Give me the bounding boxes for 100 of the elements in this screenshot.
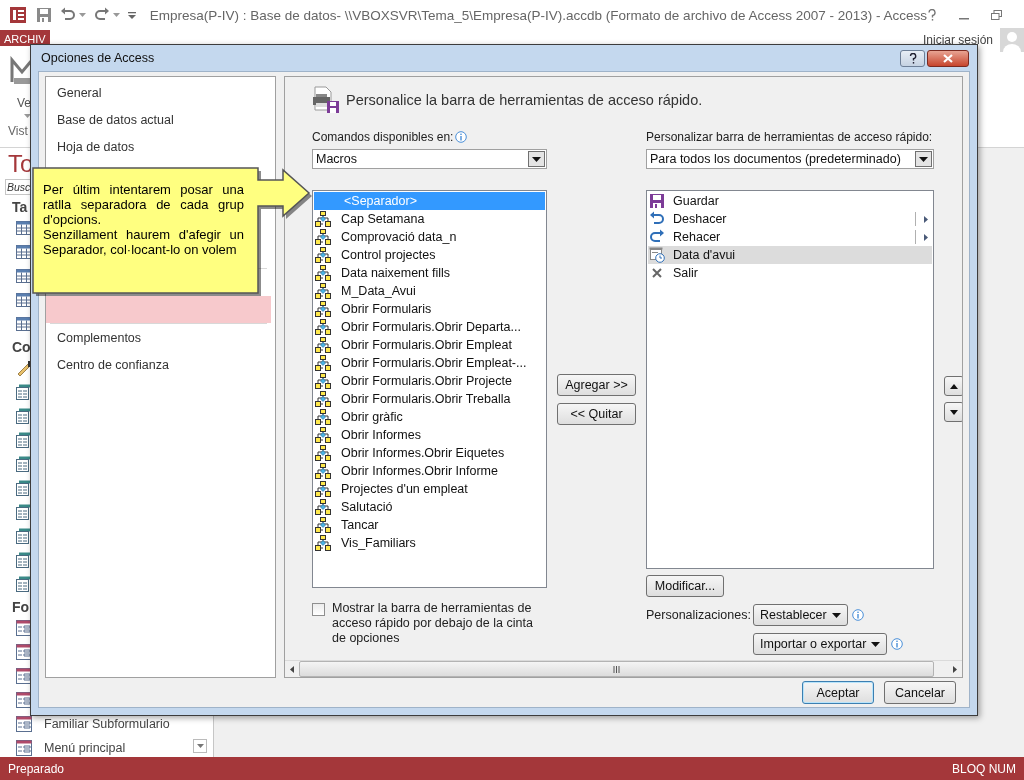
options-nav-item[interactable]: Base de datos actual — [46, 106, 271, 133]
callout-text: Senzillament haurem d'afegir un Separador, col·locant-lo on volem — [43, 227, 244, 257]
list-item[interactable]: Guardar — [648, 192, 932, 210]
list-item[interactable]: M_Data_Avui — [314, 282, 545, 300]
caret-icon — [871, 641, 881, 647]
list-item[interactable]: Projectes d'un empleat — [314, 480, 545, 498]
window-title: Empresa(P-IV) : Base de datos- \\VBOXSVR\Tema_5\Empresa(P-IV).accdb (Formato de archivo de Access 2007 - 2013) - Access — [149, 7, 927, 23]
query-icon — [16, 408, 32, 424]
list-item[interactable]: Data d'avui — [648, 246, 932, 264]
list-item[interactable]: Obrir Formularis.Obrir Treballa — [314, 390, 545, 408]
list-item[interactable]: Obrir Formularis.Obrir Empleat — [314, 336, 545, 354]
checkbox[interactable] — [312, 603, 325, 616]
macro-icon — [315, 355, 331, 371]
file-tab[interactable]: ARCHIV — [0, 30, 50, 46]
dialog-title: Opciones de Access — [41, 51, 155, 65]
list-item[interactable]: Obrir gràfic — [314, 408, 545, 426]
options-nav-item[interactable]: General — [46, 79, 271, 106]
list-item[interactable]: Tancar — [314, 516, 545, 534]
macro-icon — [315, 535, 331, 551]
customizations-label: Personalizaciones: — [646, 608, 749, 622]
caret-icon — [196, 744, 204, 748]
customize-icon[interactable] — [128, 11, 136, 19]
move-up-button[interactable] — [944, 376, 962, 396]
left-arrow-icon — [290, 665, 294, 673]
nav-item[interactable]: Familiar Subformulario — [44, 717, 170, 731]
caret-icon — [831, 612, 841, 618]
nav-item[interactable]: Menú principal — [44, 741, 126, 755]
dropdown[interactable]: Para todos los documentos (predeterminado) — [646, 149, 934, 169]
info-icon — [891, 638, 904, 650]
macro-icon — [315, 427, 331, 443]
macro-icon — [315, 247, 331, 263]
caret-icon — [919, 156, 928, 162]
options-nav-item[interactable]: Centro de confianza — [46, 351, 271, 378]
list-item[interactable]: Obrir Informes.Obrir Eiquetes — [314, 444, 545, 462]
checkbox-label: Mostrar la barra de herramientas de acceso rápido por debajo de la cinta de opciones — [332, 601, 534, 646]
macro-icon — [315, 301, 331, 317]
import-export-button[interactable]: Importar o exportar — [753, 633, 888, 655]
macro-icon — [315, 211, 331, 227]
add-button[interactable]: Agregar >> — [557, 374, 636, 396]
num-lock-indicator: BLOQ NUM — [952, 761, 1016, 776]
reset-button[interactable]: Restablecer — [753, 604, 848, 626]
list-item[interactable]: Obrir Formularis.Obrir Projecte — [314, 372, 545, 390]
remove-button[interactable]: << Quitar — [557, 403, 636, 425]
caret-icon — [532, 156, 541, 162]
macro-icon — [315, 319, 331, 335]
redo-icon — [649, 229, 665, 245]
caret-icon — [113, 13, 120, 17]
field-label: Personalizar barra de herramientas de acceso rápido: — [646, 130, 933, 144]
list-item[interactable]: Vis_Familiars — [314, 534, 545, 552]
list-item[interactable]: Obrir Formularis — [314, 300, 545, 318]
search-field[interactable]: Busc — [5, 179, 30, 195]
query-icon — [16, 384, 32, 400]
caret-icon — [79, 13, 86, 17]
list-item[interactable]: Deshacer — [648, 210, 932, 228]
dropdown[interactable]: Macros — [312, 149, 547, 169]
close-button[interactable] — [927, 49, 969, 67]
horizontal-scrollbar[interactable] — [285, 660, 962, 677]
undo-icon — [649, 211, 665, 227]
submenu-arrow[interactable] — [915, 212, 928, 226]
move-down-button[interactable] — [944, 402, 962, 422]
sign-in-link[interactable]: Iniciar sesión — [922, 33, 993, 47]
status-text: Preparado — [8, 761, 65, 776]
redo-icon — [94, 7, 110, 23]
caret-icon — [24, 114, 31, 118]
up-arrow-icon — [950, 383, 958, 389]
cancel-button[interactable]: Cancelar — [884, 681, 956, 704]
scroll-down-button[interactable] — [193, 739, 207, 753]
restore-icon[interactable] — [991, 10, 1002, 20]
close-icon — [651, 267, 663, 279]
list-item[interactable]: Comprovació data_n — [314, 228, 545, 246]
form-clock-icon — [649, 247, 665, 263]
options-nav-item[interactable]: Complementos — [46, 324, 271, 351]
help-icon[interactable] — [927, 9, 937, 21]
help-button[interactable] — [900, 49, 925, 67]
list-item[interactable]: Obrir Formularis.Obrir Empleat-... — [314, 354, 545, 372]
info-icon — [455, 131, 468, 143]
options-nav-item[interactable]: Hoja de datos — [46, 133, 271, 160]
list-item[interactable]: Salutació — [314, 498, 545, 516]
submenu-arrow[interactable] — [915, 230, 928, 244]
macro-icon — [315, 229, 331, 245]
list-item[interactable]: Control projectes — [314, 246, 545, 264]
list-item[interactable]: Obrir Informes.Obrir Informe — [314, 462, 545, 480]
modify-button[interactable]: Modificar... — [646, 575, 724, 597]
list-item[interactable]: Data naixement fills — [314, 264, 545, 282]
form-icon — [16, 716, 32, 732]
app-logo-icon — [10, 6, 28, 24]
submenu-arrow-icon — [924, 233, 928, 241]
ok-button[interactable]: Aceptar — [802, 681, 874, 704]
query-icon — [16, 504, 32, 520]
query-icon — [16, 576, 32, 592]
form-icon — [16, 740, 32, 756]
view-button[interactable]: Ve — [10, 96, 31, 110]
list-item[interactable]: Salir — [648, 264, 932, 282]
list-item[interactable]: Rehacer — [648, 228, 932, 246]
callout-text: Per últim intentarem posar una ratlla separadora de cada grup d'opcions. — [43, 182, 244, 227]
list-item[interactable]: Cap Setamana — [314, 210, 545, 228]
query-icon — [16, 432, 32, 448]
list-item[interactable]: Obrir Informes — [314, 426, 545, 444]
save-icon — [36, 7, 52, 23]
list-item[interactable]: Obrir Formularis.Obrir Departa... — [314, 318, 545, 336]
